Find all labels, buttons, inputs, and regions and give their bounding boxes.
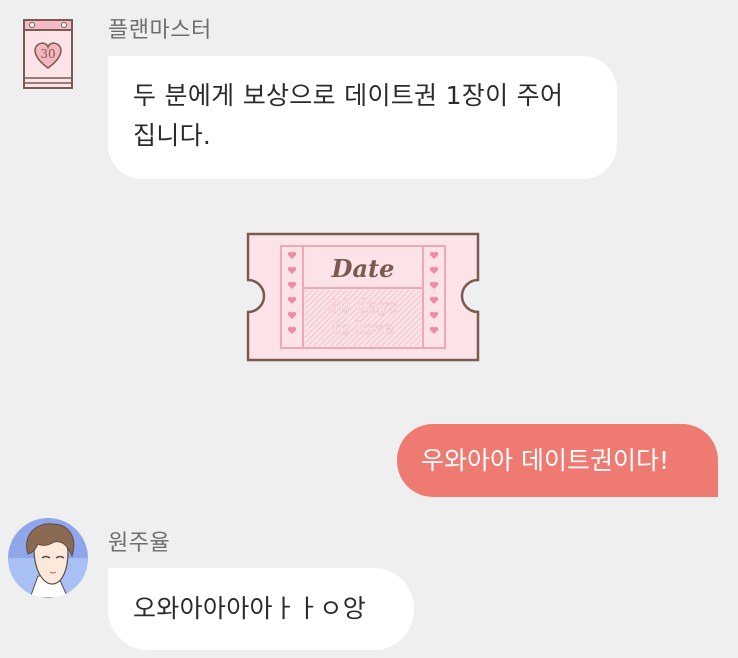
message-bubble: 오와아아아아ㅏㅏㅇ앙 [108, 568, 414, 650]
message-text: 두 분에게 보상으로 데이트권 1장이 주어 집니다. [133, 81, 564, 150]
calendar-30-icon[interactable]: 30 [8, 16, 88, 96]
user-avatar-icon[interactable] [8, 518, 88, 598]
ticket-subtitle-line2: to love [332, 318, 393, 339]
outgoing-message-bubble: 우와아아 데이트권이다! [397, 424, 718, 497]
ticket-title: Date [331, 254, 395, 283]
ticket-subtitle-line1: 30 days [328, 296, 398, 317]
sender-name: 플랜마스터 [108, 18, 212, 43]
message-bubble: 두 분에게 보상으로 데이트권 1장이 주어 집니다. [108, 56, 617, 179]
calendar-badge-text: 30 [40, 47, 55, 61]
message-text: 우와아아 데이트권이다! [421, 446, 669, 475]
date-ticket-image[interactable]: Date 30 days to love [246, 232, 480, 362]
message-text: 오와아아아아ㅏㅏㅇ앙 [133, 594, 367, 623]
sender-name: 원주율 [108, 531, 171, 556]
